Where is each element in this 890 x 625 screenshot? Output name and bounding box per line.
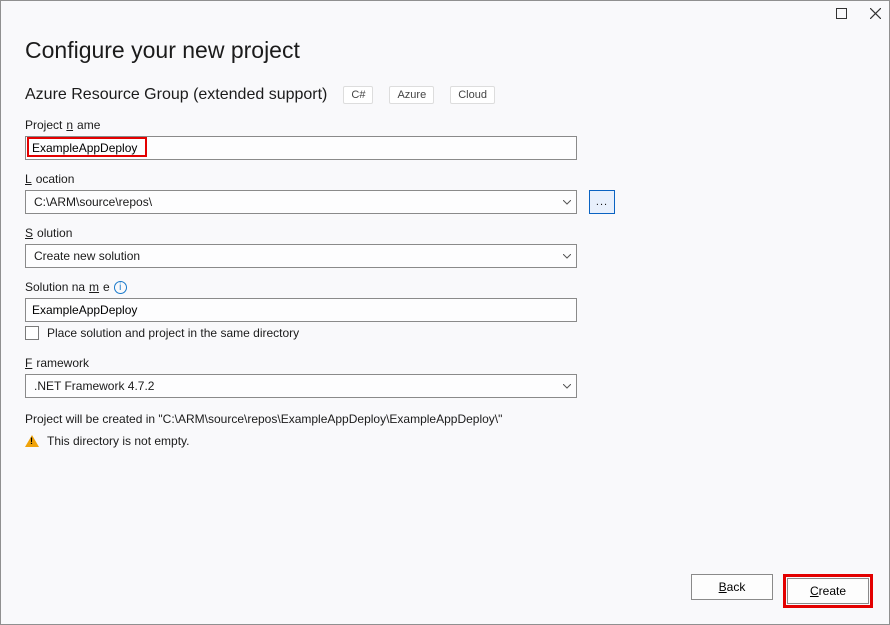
project-name-input[interactable] [25, 136, 577, 160]
framework-combo[interactable]: .NET Framework 4.7.2 [25, 374, 577, 398]
tag-azure: Azure [389, 86, 434, 104]
create-button-highlight: Create [783, 574, 873, 608]
dialog-window: Configure your new project Azure Resourc… [0, 0, 890, 625]
page-title: Configure your new project [25, 37, 865, 64]
warning-row: This directory is not empty. [25, 434, 865, 448]
location-combo[interactable]: C:\ARM\source\repos\ [25, 190, 577, 214]
solution-label: Solution [25, 226, 865, 240]
close-button[interactable] [867, 5, 883, 21]
browse-button[interactable]: ... [589, 190, 615, 214]
content-area: Configure your new project Azure Resourc… [1, 31, 889, 624]
template-header: Azure Resource Group (extended support) … [25, 86, 865, 104]
tag-cloud: Cloud [450, 86, 495, 104]
framework-label: Framework [25, 356, 865, 370]
chevron-down-icon [558, 193, 576, 211]
project-name-label: Project name [25, 118, 865, 132]
maximize-button[interactable] [833, 5, 849, 21]
field-solution-name: Solution name i Place solution and proje… [25, 280, 865, 340]
solution-name-label: Solution name i [25, 280, 865, 294]
maximize-icon [836, 8, 847, 19]
location-label: Location [25, 172, 865, 186]
tag-csharp: C# [343, 86, 373, 104]
close-icon [870, 8, 881, 19]
template-name: Azure Resource Group (extended support) [25, 86, 327, 104]
creation-path-note: Project will be created in "C:\ARM\sourc… [25, 412, 865, 426]
warning-icon [25, 435, 39, 447]
field-framework: Framework .NET Framework 4.7.2 [25, 356, 865, 398]
field-project-name: Project name [25, 118, 865, 160]
titlebar [1, 1, 889, 31]
field-location: Location C:\ARM\source\repos\ ... [25, 172, 865, 214]
field-solution: Solution Create new solution [25, 226, 865, 268]
warning-text: This directory is not empty. [47, 434, 190, 448]
footer-buttons: Back Create [691, 574, 873, 608]
chevron-down-icon [558, 377, 576, 395]
back-button[interactable]: Back [691, 574, 773, 600]
solution-name-input[interactable] [25, 298, 577, 322]
solution-combo[interactable]: Create new solution [25, 244, 577, 268]
same-directory-label: Place solution and project in the same d… [47, 326, 299, 340]
chevron-down-icon [558, 247, 576, 265]
same-directory-checkbox[interactable] [25, 326, 39, 340]
info-icon[interactable]: i [114, 281, 127, 294]
create-button[interactable]: Create [787, 578, 869, 604]
